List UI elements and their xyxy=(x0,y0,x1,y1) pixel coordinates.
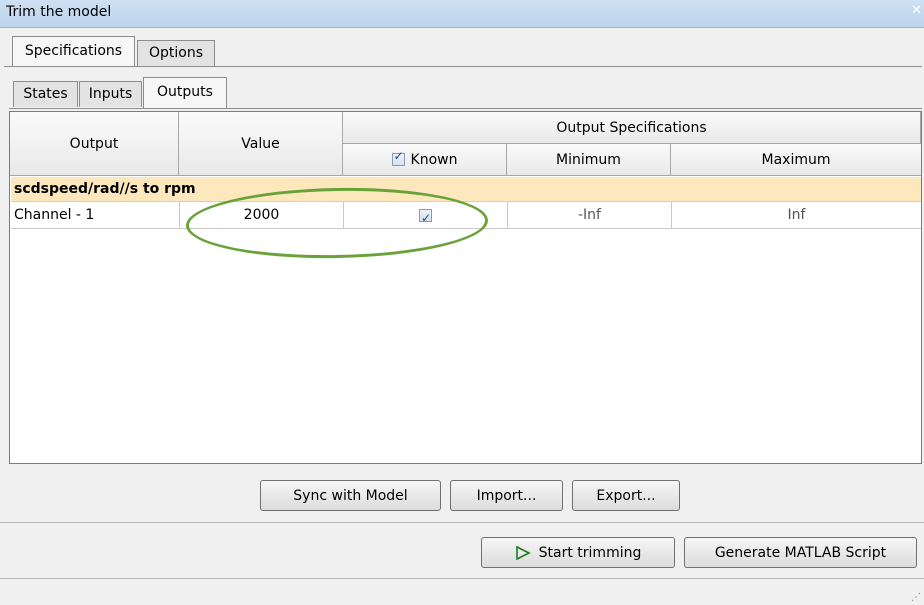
tab-outputs[interactable]: Outputs xyxy=(143,77,227,108)
close-icon[interactable]: ✕ xyxy=(911,3,922,18)
column-header-minimum[interactable]: Minimum xyxy=(507,144,671,176)
tab-specifications[interactable]: Specifications xyxy=(12,36,135,66)
known-checkbox[interactable] xyxy=(419,205,432,231)
group-row: scdspeed/rad//s to rpm xyxy=(11,177,921,202)
known-all-checkbox[interactable] xyxy=(391,149,405,166)
resize-grip-icon[interactable]: ⋰ xyxy=(911,592,921,603)
sub-tab-divider xyxy=(9,108,922,109)
start-trimming-button[interactable]: Start trimming xyxy=(481,537,675,568)
tab-options[interactable]: Options xyxy=(137,40,215,66)
sync-with-model-button[interactable]: Sync with Model xyxy=(260,480,441,511)
cell-value[interactable]: 2000 xyxy=(180,202,344,229)
main-tab-divider xyxy=(4,66,922,67)
play-icon xyxy=(515,545,531,560)
cell-known[interactable] xyxy=(344,202,508,231)
column-header-value[interactable]: Value xyxy=(179,112,343,176)
generate-matlab-script-button[interactable]: Generate MATLAB Script xyxy=(684,537,917,568)
import-button[interactable]: Import... xyxy=(450,480,563,511)
tab-states[interactable]: States xyxy=(13,81,78,107)
window-title: Trim the model xyxy=(6,4,112,20)
separator xyxy=(0,522,924,523)
cell-minimum[interactable]: -Inf xyxy=(508,202,672,229)
tab-inputs[interactable]: Inputs xyxy=(79,81,142,107)
cell-output-name[interactable]: Channel - 1 xyxy=(11,202,180,229)
column-header-output[interactable]: Output xyxy=(10,112,179,176)
column-header-known[interactable]: Known xyxy=(343,144,507,176)
column-header-maximum[interactable]: Maximum xyxy=(671,144,921,176)
column-group-output-specifications: Output Specifications xyxy=(343,112,921,144)
outputs-table: Output Value Output Specifications Known… xyxy=(9,111,922,464)
title-bar: Trim the model ✕ xyxy=(0,0,924,28)
status-separator xyxy=(0,578,924,579)
cell-maximum[interactable]: Inf xyxy=(672,202,921,229)
export-button[interactable]: Export... xyxy=(572,480,680,511)
